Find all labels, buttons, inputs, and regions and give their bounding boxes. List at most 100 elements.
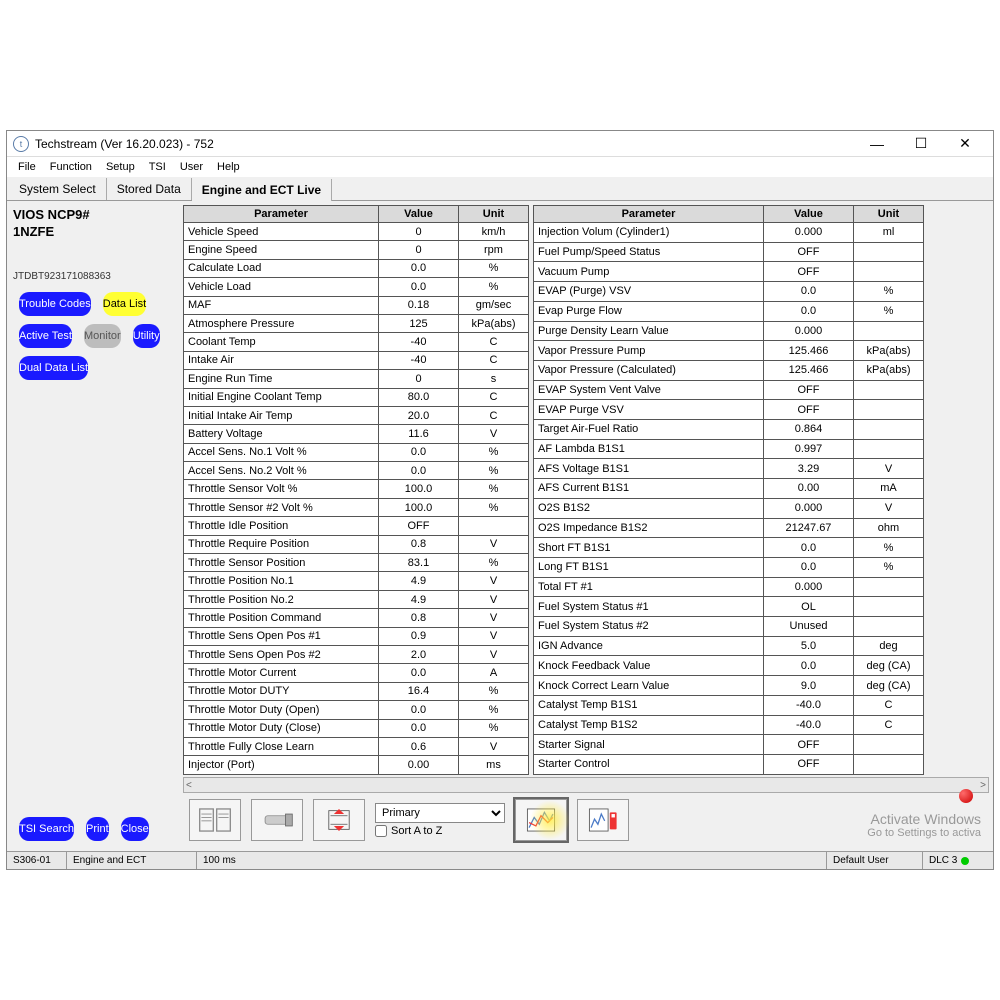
table-row[interactable]: Accel Sens. No.1 Volt %0.0% [184,443,529,461]
table-row[interactable]: Vacuum PumpOFF [534,262,924,282]
tab-engine-and-ect-live[interactable]: Engine and ECT Live [192,179,332,201]
table-row[interactable]: Throttle Position No.24.9V [184,590,529,608]
cell-value: 0.0 [379,462,459,480]
table-row[interactable]: Fuel Pump/Speed StatusOFF [534,242,924,262]
col-header-value[interactable]: Value [764,206,854,223]
col-header-value[interactable]: Value [379,206,459,223]
side-button-trouble-codes[interactable]: Trouble Codes [19,292,91,316]
table-row[interactable]: Accel Sens. No.2 Volt %0.0% [184,462,529,480]
table-row[interactable]: Throttle Sensor Position83.1% [184,554,529,572]
col-header-parameter[interactable]: Parameter [534,206,764,223]
side-button-active-test[interactable]: Active Test [19,324,72,348]
connector-button[interactable] [251,799,303,841]
table-row[interactable]: Engine Run Time0s [184,370,529,388]
table-row[interactable]: EVAP (Purge) VSV0.0% [534,282,924,302]
table-row[interactable]: Fuel System Status #1OL [534,597,924,617]
table-row[interactable]: Evap Purge Flow0.0% [534,301,924,321]
tab-system-select[interactable]: System Select [9,178,107,200]
table-row[interactable]: EVAP Purge VSVOFF [534,400,924,420]
table-row[interactable]: EVAP System Vent ValveOFF [534,380,924,400]
maximize-button[interactable]: ☐ [899,131,943,157]
table-row[interactable]: Throttle Sens Open Pos #10.9V [184,627,529,645]
table-row[interactable]: Throttle Motor Duty (Close)0.0% [184,719,529,737]
table-row[interactable]: Throttle Fully Close Learn0.6V [184,737,529,755]
table-row[interactable]: Throttle Idle PositionOFF [184,517,529,535]
side-button-tsi-search[interactable]: TSI Search [19,817,74,841]
graph-fuel-button[interactable] [577,799,629,841]
table-row[interactable]: Short FT B1S10.0% [534,538,924,558]
sort-checkbox-input[interactable] [375,825,387,837]
table-row[interactable]: AFS Current B1S10.00mA [534,479,924,499]
table-row[interactable]: O2S Impedance B1S221247.67ohm [534,518,924,538]
menu-tsi[interactable]: TSI [142,159,173,175]
menu-function[interactable]: Function [43,159,99,175]
table-row[interactable]: Total FT #10.000 [534,577,924,597]
list-select-dropdown[interactable]: Primary [375,803,505,823]
table-row[interactable]: Catalyst Temp B1S2-40.0C [534,715,924,735]
table-row[interactable]: O2S B1S20.000V [534,498,924,518]
table-row[interactable]: Vapor Pressure Pump125.466kPa(abs) [534,341,924,361]
table-row[interactable]: Atmosphere Pressure125kPa(abs) [184,314,529,332]
table-row[interactable]: AFS Voltage B1S13.29V [534,459,924,479]
side-button-utility[interactable]: Utility [133,324,160,348]
table-row[interactable]: Fuel System Status #2Unused [534,617,924,637]
table-row[interactable]: Catalyst Temp B1S1-40.0C [534,695,924,715]
table-row[interactable]: Throttle Position No.14.9V [184,572,529,590]
table-row[interactable]: Initial Intake Air Temp20.0C [184,406,529,424]
table-row[interactable]: AF Lambda B1S10.997 [534,439,924,459]
minimize-button[interactable]: — [855,131,899,157]
table-row[interactable]: Injector (Port)0.00ms [184,756,529,775]
table-row[interactable]: Throttle Require Position0.8V [184,535,529,553]
table-row[interactable]: Injection Volum (Cylinder1)0.000ml [534,223,924,243]
table-row[interactable]: Knock Correct Learn Value9.0deg (CA) [534,676,924,696]
table-row[interactable]: Vapor Pressure (Calculated)125.466kPa(ab… [534,360,924,380]
cell-unit: deg [854,636,924,656]
table-row[interactable]: Battery Voltage11.6V [184,425,529,443]
table-row[interactable]: Throttle Sensor #2 Volt %100.0% [184,498,529,516]
table-row[interactable]: Throttle Motor Current0.0A [184,664,529,682]
col-header-parameter[interactable]: Parameter [184,206,379,223]
table-row[interactable]: Throttle Motor DUTY16.4% [184,682,529,700]
horizontal-scrollbar[interactable]: <> [183,777,989,793]
close-button[interactable]: ✕ [943,131,987,157]
cell-value: 0.0 [379,664,459,682]
menu-file[interactable]: File [11,159,43,175]
table-row[interactable]: Long FT B1S10.0% [534,557,924,577]
side-button-dual-data-list[interactable]: Dual Data List [19,356,88,380]
table-row[interactable]: Coolant Temp-40C [184,333,529,351]
side-button-print[interactable]: Print [86,817,109,841]
side-button-close[interactable]: Close [121,817,149,841]
cell-param: Initial Engine Coolant Temp [184,388,379,406]
table-row[interactable]: Initial Engine Coolant Temp80.0C [184,388,529,406]
col-header-unit[interactable]: Unit [459,206,529,223]
table-row[interactable]: Throttle Position Command0.8V [184,609,529,627]
graph-single-button[interactable] [515,799,567,841]
table-row[interactable]: Purge Density Learn Value0.000 [534,321,924,341]
side-button-data-list[interactable]: Data List [103,292,146,316]
table-row[interactable]: Throttle Motor Duty (Open)0.0% [184,701,529,719]
table-row[interactable]: Knock Feedback Value0.0deg (CA) [534,656,924,676]
table-row[interactable]: Vehicle Load0.0% [184,278,529,296]
cell-value: 125 [379,314,459,332]
table-row[interactable]: Engine Speed0rpm [184,241,529,259]
table-row[interactable]: Vehicle Speed0km/h [184,223,529,241]
tab-stored-data[interactable]: Stored Data [107,178,192,200]
list-view-button[interactable] [189,799,241,841]
table-row[interactable]: Intake Air-40C [184,351,529,369]
menu-help[interactable]: Help [210,159,247,175]
table-row[interactable]: Throttle Sens Open Pos #22.0V [184,645,529,663]
cell-value: -40.0 [764,695,854,715]
sort-checkbox[interactable]: Sort A to Z [375,825,505,837]
table-row[interactable]: Calculate Load0.0% [184,259,529,277]
menu-setup[interactable]: Setup [99,159,142,175]
table-row[interactable]: Throttle Sensor Volt %100.0% [184,480,529,498]
table-row[interactable]: Target Air-Fuel Ratio0.864 [534,420,924,440]
table-row[interactable]: Starter SignalOFF [534,735,924,755]
col-header-unit[interactable]: Unit [854,206,924,223]
cell-param: EVAP Purge VSV [534,400,764,420]
table-row[interactable]: IGN Advance5.0deg [534,636,924,656]
table-row[interactable]: MAF0.18gm/sec [184,296,529,314]
menu-user[interactable]: User [173,159,210,175]
table-row[interactable]: Starter ControlOFF [534,754,924,774]
range-button[interactable] [313,799,365,841]
